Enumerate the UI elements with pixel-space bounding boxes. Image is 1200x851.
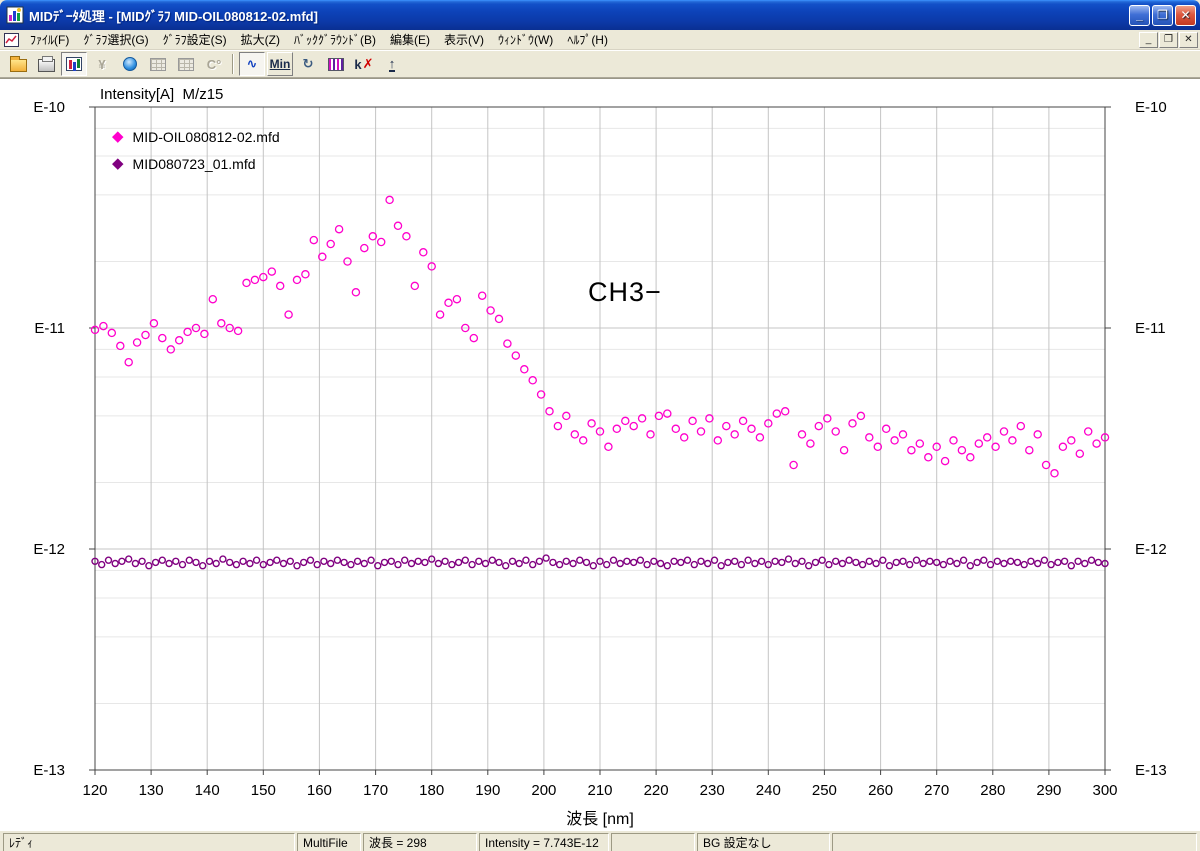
mdi-minimize-button[interactable]: _ — [1139, 32, 1158, 48]
svg-text:E-12: E-12 — [1135, 541, 1167, 558]
chart-title: Intensity[A] M/z15 — [100, 86, 223, 103]
minimize-button[interactable]: _ — [1129, 5, 1150, 26]
svg-text:E-10: E-10 — [1135, 99, 1167, 116]
svg-text:E-11: E-11 — [1135, 320, 1166, 337]
repeat-button[interactable]: ↻ — [295, 52, 321, 76]
app-window: MIDﾃﾞｰﾀ処理 - [MIDｸﾞﾗﾌ MID-OIL080812-02.mf… — [0, 0, 1200, 851]
close-button[interactable]: ✕ — [1175, 5, 1196, 26]
svg-text:250: 250 — [812, 782, 837, 799]
menu-bar: ﾌｧｲﾙ(F) ｸﾞﾗﾌ選択(G) ｸﾞﾗﾌ設定(S) 拡大(Z) ﾊﾞｯｸｸﾞ… — [0, 30, 1200, 50]
svg-text:300: 300 — [1092, 782, 1117, 799]
svg-text:260: 260 — [868, 782, 893, 799]
menu-graph-settings[interactable]: ｸﾞﾗﾌ設定(S) — [156, 29, 234, 50]
status-empty-panel — [611, 833, 695, 851]
svg-text:150: 150 — [251, 782, 276, 799]
svg-text:E-12: E-12 — [33, 541, 65, 558]
sphere-view-button[interactable] — [117, 52, 143, 76]
graph-display-button[interactable] — [61, 52, 87, 76]
open-file-button[interactable] — [5, 52, 31, 76]
title-bar: MIDﾃﾞｰﾀ処理 - [MIDｸﾞﾗﾌ MID-OIL080812-02.mf… — [0, 0, 1200, 30]
mdi-restore-button[interactable]: ❐ — [1159, 32, 1178, 48]
table-view-1-button — [145, 52, 171, 76]
toolbar-separator — [232, 54, 234, 74]
menu-graph-select[interactable]: ｸﾞﾗﾌ選択(G) — [76, 29, 155, 50]
yen-scale-button: ¥ — [89, 52, 115, 76]
sphere-icon — [123, 57, 137, 71]
table-icon — [150, 58, 166, 71]
status-wavelength: 波長 = 298 — [363, 833, 477, 851]
comb-display-button[interactable] — [323, 52, 349, 76]
status-multifile: MultiFile — [297, 833, 361, 851]
temperature-axis-button: C° — [201, 52, 227, 76]
wave-mode-button[interactable]: ∿ — [239, 52, 265, 76]
svg-text:170: 170 — [363, 782, 388, 799]
svg-text:120: 120 — [82, 782, 107, 799]
legend-item: ◆ MID-OIL080812-02.mfd — [112, 123, 280, 150]
svg-text:200: 200 — [531, 782, 556, 799]
table-view-2-button — [173, 52, 199, 76]
svg-text:E-11: E-11 — [34, 320, 65, 337]
chart-icon — [66, 57, 82, 71]
svg-text:E-10: E-10 — [33, 99, 65, 116]
window-title: MIDﾃﾞｰﾀ処理 - [MIDｸﾞﾗﾌ MID-OIL080812-02.mf… — [29, 6, 1129, 25]
window-controls: _ ❐ ✕ — [1129, 5, 1196, 26]
status-bar: ﾚﾃﾞｨ MultiFile 波長 = 298 Intensity = 7.74… — [0, 830, 1200, 851]
svg-text:230: 230 — [700, 782, 725, 799]
menu-window[interactable]: ｳｨﾝﾄﾞｳ(W) — [491, 29, 560, 50]
svg-text:290: 290 — [1036, 782, 1061, 799]
status-bg-setting: BG 設定なし — [697, 833, 830, 851]
status-ready: ﾚﾃﾞｨ — [3, 833, 295, 851]
status-filler-panel — [832, 833, 1197, 851]
table-icon — [178, 58, 194, 71]
menu-background[interactable]: ﾊﾞｯｸｸﾞﾗｳﾝﾄﾞ(B) — [287, 29, 383, 50]
legend: ◆ MID-OIL080812-02.mfd ◆ MID080723_01.mf… — [112, 123, 280, 177]
legend-item: ◆ MID080723_01.mfd — [112, 150, 280, 177]
maximize-button[interactable]: ❐ — [1152, 5, 1173, 26]
printer-icon — [38, 59, 55, 72]
svg-text:160: 160 — [307, 782, 332, 799]
svg-text:180: 180 — [419, 782, 444, 799]
svg-text:220: 220 — [644, 782, 669, 799]
folder-icon — [10, 59, 27, 72]
legend-label: MID-OIL080812-02.mfd — [133, 129, 280, 145]
svg-text:240: 240 — [756, 782, 781, 799]
min-mode-button[interactable]: Min — [267, 52, 293, 76]
menu-help[interactable]: ﾍﾙﾌﾟ(H) — [560, 29, 615, 50]
svg-text:280: 280 — [980, 782, 1005, 799]
legend-label: MID080723_01.mfd — [133, 156, 256, 172]
svg-text:210: 210 — [587, 782, 612, 799]
export-up-button[interactable]: ↑ — [379, 52, 405, 76]
menu-edit[interactable]: 編集(E) — [383, 29, 437, 50]
svg-text:270: 270 — [924, 782, 949, 799]
chart-annotation: CH3− — [588, 277, 662, 308]
print-button[interactable] — [33, 52, 59, 76]
chart-plot[interactable]: 120 130 140 150 160 170 180 190 200 210 220 230 240 2… — [0, 79, 1200, 831]
svg-text:E-13: E-13 — [1135, 762, 1167, 779]
app-icon — [6, 6, 24, 24]
chart-area: 120 130 140 150 160 170 180 190 200 210 220 230 240 2… — [0, 78, 1200, 830]
menu-zoom[interactable]: 拡大(Z) — [234, 29, 287, 50]
svg-text:E-13: E-13 — [33, 762, 65, 779]
svg-text:130: 130 — [139, 782, 164, 799]
svg-text:140: 140 — [195, 782, 220, 799]
toolbar: ¥ C° ∿Min↻ k✗↑ — [0, 50, 1200, 78]
document-icon[interactable] — [4, 33, 19, 47]
svg-text:190: 190 — [475, 782, 500, 799]
menu-file[interactable]: ﾌｧｲﾙ(F) — [23, 29, 76, 50]
mdi-window-controls: _ ❐ ✕ — [1139, 32, 1198, 48]
x-axis-label: 波長 [nm] — [0, 805, 1200, 829]
comb-icon — [328, 58, 344, 71]
legend-marker-diamond-magenta: ◆ — [112, 129, 124, 144]
legend-marker-diamond-purple: ◆ — [112, 156, 124, 171]
menu-view[interactable]: 表示(V) — [437, 29, 491, 50]
status-intensity: Intensity = 7.743E-12 — [479, 833, 609, 851]
kx-cancel-button[interactable]: k✗ — [351, 52, 377, 76]
mdi-close-button[interactable]: ✕ — [1179, 32, 1198, 48]
